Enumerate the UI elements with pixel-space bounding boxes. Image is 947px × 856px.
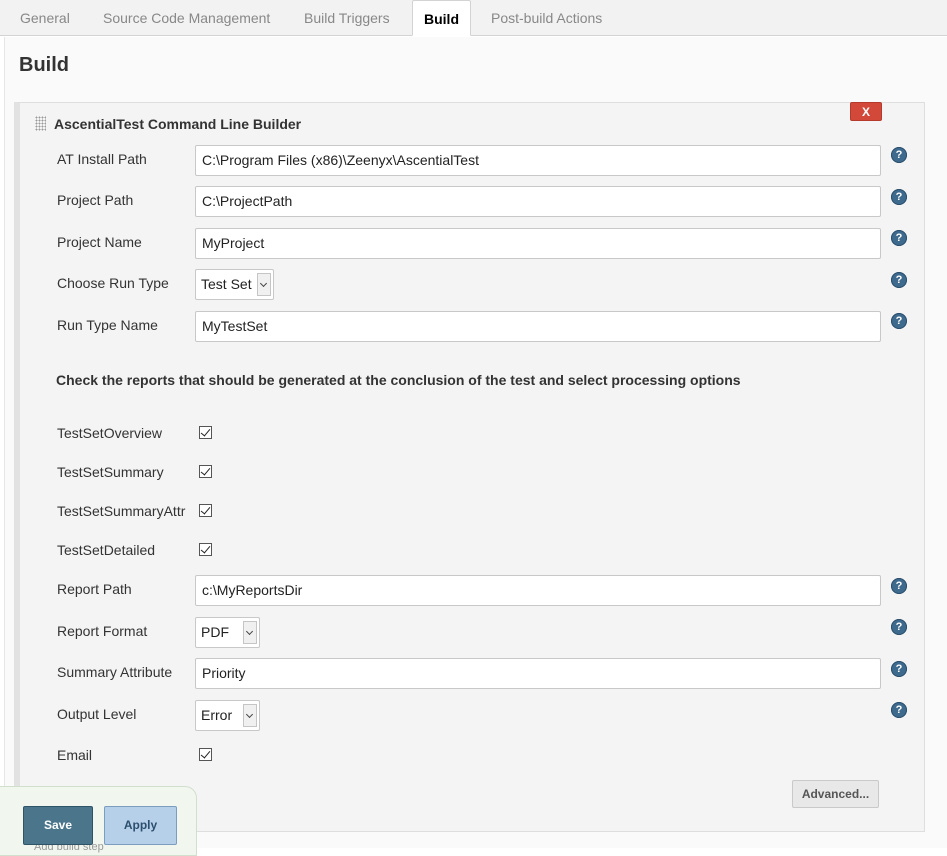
run-type-select[interactable]: Test Set [195, 269, 274, 300]
apply-button[interactable]: Apply [104, 806, 177, 845]
help-icon[interactable]: ? [891, 313, 907, 329]
tab-build[interactable]: Build [412, 0, 471, 36]
testsetsummary-checkbox[interactable] [199, 465, 212, 478]
output-level-label: Output Level [57, 706, 137, 722]
help-icon[interactable]: ? [891, 147, 907, 163]
project-name-label: Project Name [57, 234, 142, 250]
email-checkbox[interactable] [199, 748, 212, 761]
email-label: Email [57, 747, 93, 763]
delete-build-step-button[interactable]: X [850, 102, 882, 121]
chevron-down-icon [257, 273, 271, 296]
summary-attribute-label: Summary Attribute [57, 664, 173, 680]
testsetdetailed-checkbox[interactable] [199, 543, 212, 556]
help-icon[interactable]: ? [891, 230, 907, 246]
help-icon[interactable]: ? [891, 272, 907, 288]
report-format-label: Report Format [57, 623, 148, 639]
chevron-down-icon [243, 621, 257, 644]
help-icon[interactable]: ? [891, 702, 907, 718]
report-format-value: PDF [201, 624, 229, 640]
report-option-label: TestSetSummaryAttr [57, 503, 186, 519]
reports-heading: Check the reports that should be generat… [56, 372, 741, 388]
help-icon[interactable]: ? [891, 578, 907, 594]
project-path-label: Project Path [57, 192, 134, 208]
tab-source-code-management[interactable]: Source Code Management [103, 0, 270, 36]
help-icon[interactable]: ? [891, 619, 907, 635]
summary-attribute-input[interactable]: Priority [195, 658, 881, 689]
run-type-value: Test Set [201, 276, 252, 292]
advanced-button[interactable]: Advanced... [792, 780, 879, 808]
testsetsummaryattr-checkbox[interactable] [199, 504, 212, 517]
project-name-input[interactable]: MyProject [195, 228, 881, 259]
at-install-path-label: AT Install Path [57, 151, 147, 167]
run-type-name-label: Run Type Name [57, 317, 158, 333]
help-icon[interactable]: ? [891, 661, 907, 677]
report-format-select[interactable]: PDF [195, 617, 260, 648]
report-path-input[interactable]: c:\MyReportsDir [195, 575, 881, 606]
drag-handle-icon[interactable] [35, 116, 46, 131]
page-title: Build [19, 54, 69, 76]
tab-build-triggers[interactable]: Build Triggers [304, 0, 390, 36]
help-icon[interactable]: ? [891, 189, 907, 205]
report-path-label: Report Path [57, 581, 132, 597]
output-level-value: Error [201, 707, 233, 723]
output-level-select[interactable]: Error [195, 700, 260, 731]
chevron-down-icon [243, 704, 257, 727]
tab-post-build-actions[interactable]: Post-build Actions [491, 0, 602, 36]
run-type-label: Choose Run Type [57, 275, 169, 291]
at-install-path-input[interactable]: C:\Program Files (x86)\Zeenyx\AscentialT… [195, 145, 881, 176]
tab-general[interactable]: General [20, 0, 70, 36]
report-option-label: TestSetSummary [57, 464, 164, 480]
project-path-input[interactable]: C:\ProjectPath [195, 186, 881, 217]
testsetoverview-checkbox[interactable] [199, 426, 212, 439]
report-option-label: TestSetOverview [57, 425, 163, 441]
save-button[interactable]: Save [23, 806, 93, 845]
run-type-name-input[interactable]: MyTestSet [195, 311, 881, 342]
tab-bar: General Source Code Management Build Tri… [0, 0, 947, 36]
report-option-label: TestSetDetailed [57, 542, 156, 558]
builder-title: AscentialTest Command Line Builder [54, 116, 302, 132]
